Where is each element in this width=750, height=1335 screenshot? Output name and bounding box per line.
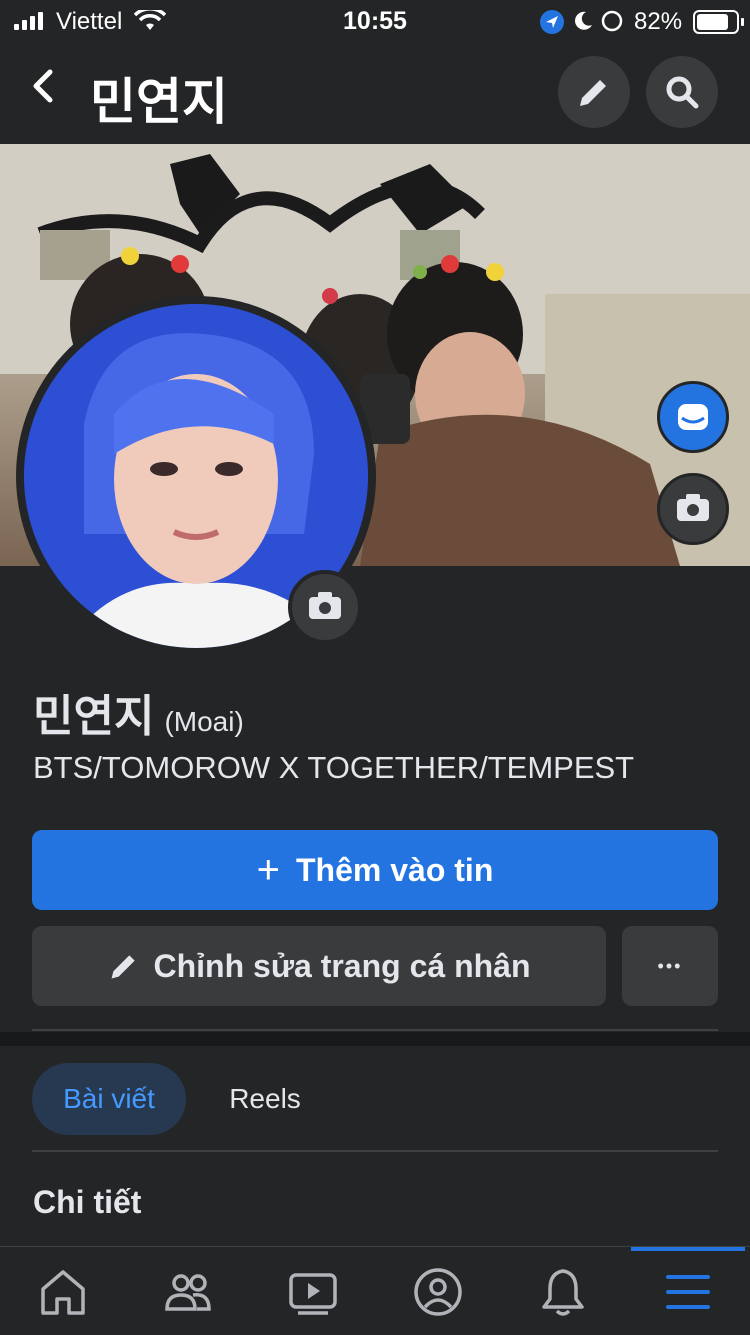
back-icon[interactable] xyxy=(28,66,58,116)
battery-icon xyxy=(693,10,744,34)
home-icon xyxy=(41,1270,85,1315)
notifications-icon xyxy=(542,1269,584,1316)
tab-reels[interactable]: Reels xyxy=(210,1063,320,1135)
edit-profile-label: Chỉnh sửa trang cá nhân xyxy=(153,947,531,984)
battery-percent: 82% xyxy=(634,8,683,35)
nav-home[interactable] xyxy=(0,1247,125,1335)
moon-icon xyxy=(575,11,592,30)
profile-icon xyxy=(414,1268,462,1316)
search-button[interactable] xyxy=(646,56,718,128)
profile-name: 민연지 (Moai) xyxy=(33,680,244,744)
camera-icon xyxy=(677,494,709,521)
location-icon xyxy=(540,10,564,34)
avatar-camera-button[interactable] xyxy=(288,570,362,644)
more-icon: ••• xyxy=(657,955,683,976)
watch-icon xyxy=(289,1273,337,1315)
more-button[interactable]: ••• xyxy=(622,926,718,1006)
pencil-icon xyxy=(580,80,606,106)
add-story-button[interactable]: + Thêm vào tin xyxy=(32,830,718,910)
avatar-icon xyxy=(678,404,708,430)
pencil-icon xyxy=(111,955,135,979)
search-icon xyxy=(666,76,699,109)
nav-watch[interactable] xyxy=(250,1247,375,1335)
nav-profile[interactable] xyxy=(375,1247,500,1335)
profile-name-text: 민연지 xyxy=(33,692,155,741)
status-bar: Viettel 10:55 82% xyxy=(0,0,750,44)
edit-button[interactable] xyxy=(558,56,630,128)
cover-avatar-button[interactable] xyxy=(657,381,729,453)
details-heading: Chi tiết xyxy=(33,1184,142,1220)
section-separator xyxy=(0,1032,750,1046)
page-title: 민연지 xyxy=(90,74,228,130)
camera-icon xyxy=(309,592,341,619)
nav-friends[interactable] xyxy=(125,1247,250,1335)
bottom-nav xyxy=(0,1246,750,1335)
focus-icon xyxy=(601,10,623,32)
profile-header: 민연지 xyxy=(0,44,750,144)
divider xyxy=(32,1029,718,1031)
plus-icon: + xyxy=(256,847,280,892)
divider xyxy=(32,1150,718,1152)
menu-icon xyxy=(666,1275,710,1309)
nav-menu[interactable] xyxy=(625,1247,750,1335)
friends-icon xyxy=(165,1274,211,1311)
alternate-name: (Moai) xyxy=(164,706,244,737)
nav-notifications[interactable] xyxy=(500,1247,625,1335)
cover-camera-button[interactable] xyxy=(657,473,729,545)
add-story-label: Thêm vào tin xyxy=(296,851,494,888)
profile-bio: BTS/TOMOROW X TOGETHER/TEMPEST xyxy=(33,750,635,785)
edit-profile-button[interactable]: Chỉnh sửa trang cá nhân xyxy=(32,926,606,1006)
tab-posts[interactable]: Bài viết xyxy=(32,1063,186,1135)
